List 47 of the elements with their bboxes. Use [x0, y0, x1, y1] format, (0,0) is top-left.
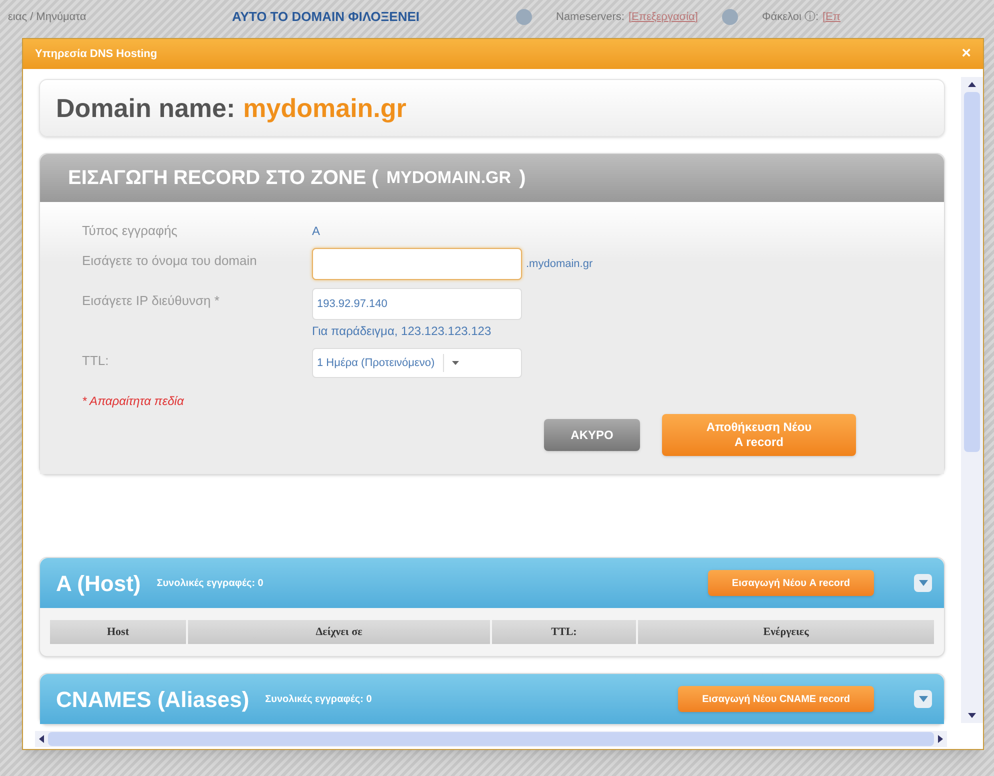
domain-suffix: .mydomain.gr	[526, 256, 593, 272]
nameservers-label: Nameservers:	[556, 10, 624, 25]
field-hint: Για παράδειγμα, 123.123.123.123	[312, 323, 492, 340]
column-header: Δείχνει σε	[188, 620, 490, 644]
scroll-right-icon[interactable]	[938, 735, 943, 743]
notice-text: ΑΥΤΟ ΤΟ DOMAIN ΦΙΛΟΞΕΝΕΙ	[232, 8, 420, 26]
scroll-down-icon[interactable]	[968, 713, 976, 718]
toggle-button[interactable]	[914, 574, 932, 592]
record-count: Συνολικές εγγραφές: 0	[265, 692, 372, 706]
ttl-select[interactable]: 1 Ημέρα (Προτεινόμενο)	[312, 348, 522, 378]
toggle-button[interactable]	[914, 690, 932, 708]
folders-label: Φάκελοι ⓘ:	[762, 10, 818, 25]
add-record-button[interactable]: Εισαγωγή Νέου CNAME record	[678, 686, 874, 712]
domain-value: mydomain.gr	[243, 92, 406, 124]
close-button[interactable]: ×	[962, 46, 971, 62]
edit-link[interactable]: [Επεξεργασία]	[628, 8, 698, 26]
field-label: Εισάγετε IP διεύθυνση *	[82, 292, 220, 310]
caret-down-icon	[918, 580, 928, 586]
vertical-scrollbar[interactable]	[961, 77, 983, 723]
breadcrumb: ειας / Μηνύματα	[8, 10, 88, 25]
field-label: TTL:	[82, 352, 110, 370]
column-header: TTL:	[492, 620, 636, 644]
input-field[interactable]: 193.92.97.140	[312, 288, 522, 320]
field-value: A	[312, 223, 320, 240]
add-record-button[interactable]: Εισαγωγή Νέου A record	[708, 570, 874, 596]
record-count: Συνολικές εγγραφές: 0	[156, 576, 264, 590]
panel-title: A (Host)	[56, 570, 141, 598]
column-header: Host	[50, 620, 186, 644]
scroll-left-icon[interactable]	[39, 735, 44, 743]
input-field[interactable]	[312, 248, 522, 280]
field-label: Τύπος εγγραφής	[82, 222, 178, 240]
edit-link[interactable]: [Επ	[822, 8, 840, 26]
column-header: Ενέργειες	[638, 620, 934, 644]
domain-label: Domain name:	[56, 92, 236, 124]
form-title-domain: MYDOMAIN.GR	[386, 167, 512, 190]
caret-down-icon	[918, 696, 928, 702]
required-note: * Απαραίτητα πεδία	[82, 393, 185, 410]
save-button[interactable]: Αποθήκευση Νέου A record	[662, 414, 856, 456]
scroll-thumb[interactable]	[964, 92, 980, 452]
caret-icon	[452, 361, 459, 365]
field-label: Εισάγετε το όνομα του domain	[82, 252, 258, 270]
panel-title: CNAMES (Aliases)	[56, 686, 250, 714]
cancel-button[interactable]: ΑΚΥΡΟ	[544, 419, 640, 451]
scroll-up-icon[interactable]	[968, 82, 976, 87]
form-title: ΕΙΣΑΓΩΓΗ RECORD ΣΤΟ ZONE (	[68, 166, 378, 191]
form-title-paren: )	[519, 166, 526, 191]
dialog-title: Υπηρεσία DNS Hosting	[35, 46, 158, 62]
